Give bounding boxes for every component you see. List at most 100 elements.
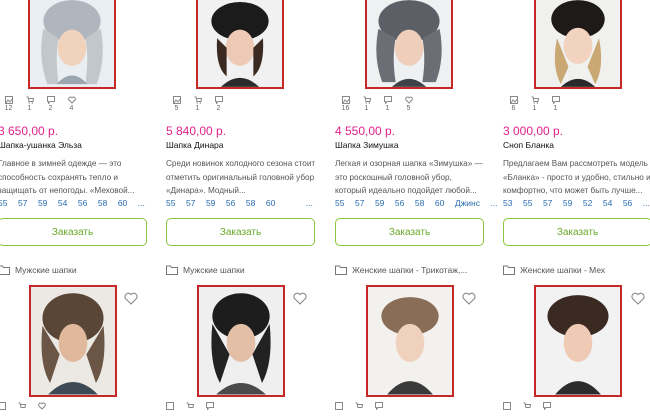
cart-count[interactable]: 1 — [524, 96, 545, 113]
comment-icon — [214, 96, 223, 104]
size-option[interactable]: 58 — [246, 198, 255, 208]
cart-icon — [26, 96, 34, 104]
product-title[interactable]: Сноп Бланка — [503, 140, 554, 150]
cart-icon — [18, 402, 26, 408]
size-option[interactable]: 57 — [355, 198, 364, 208]
comment-count[interactable]: 2 — [208, 96, 229, 113]
more-sizes[interactable]: ... — [138, 198, 145, 208]
product-description: Среди новинок холодного сезона стоит отм… — [166, 159, 316, 195]
size-option[interactable]: 58 — [415, 198, 424, 208]
order-button[interactable]: Заказать — [503, 218, 650, 246]
product-price: 3 650,00 р. — [0, 124, 59, 138]
product-description: Легкая и озорная шапка «Зимушка» — это р… — [335, 159, 483, 195]
size-option[interactable]: 57 — [186, 198, 195, 208]
comment-icon — [383, 96, 392, 104]
size-option[interactable]: 56 — [226, 198, 235, 208]
size-option[interactable]: 58 — [98, 198, 107, 208]
favorite-button[interactable] — [631, 292, 645, 310]
size-list: 55 57 59 56 58 60 ... — [166, 198, 323, 208]
folder-icon — [503, 265, 515, 275]
size-option[interactable]: 60 — [435, 198, 444, 208]
product-photo[interactable] — [29, 285, 117, 397]
order-button[interactable]: Заказать — [335, 218, 484, 246]
size-option[interactable]: 59 — [38, 198, 47, 208]
folder-icon — [0, 265, 10, 275]
photo-count[interactable]: 5 — [166, 96, 187, 113]
product-description: Предлагаем Вам рассмотреть модель «Бланк… — [503, 159, 650, 195]
product-photo[interactable] — [365, 0, 453, 89]
like-count[interactable]: 5 — [398, 96, 419, 113]
size-option[interactable]: 59 — [206, 198, 215, 208]
order-button[interactable]: Заказать — [0, 218, 147, 246]
size-option[interactable]: 54 — [603, 198, 612, 208]
photo-count[interactable]: 12 — [0, 96, 19, 113]
category-link[interactable]: Мужские шапки — [166, 265, 245, 275]
product-stats — [166, 402, 226, 410]
category-link[interactable]: Женские шапки - Трикотаж,... — [335, 265, 467, 275]
size-option[interactable]: 59 — [375, 198, 384, 208]
size-option[interactable]: 56 — [395, 198, 404, 208]
size-option[interactable]: 55 — [166, 198, 175, 208]
cart-count[interactable]: 1 — [356, 96, 377, 113]
product-photo[interactable] — [534, 285, 622, 397]
product-photo[interactable] — [28, 0, 116, 89]
product-stats — [503, 402, 563, 410]
size-option[interactable]: 55 — [523, 198, 532, 208]
more-sizes[interactable]: ... — [306, 198, 313, 208]
size-option[interactable]: 57 — [18, 198, 27, 208]
product-photo[interactable] — [366, 285, 454, 397]
comment-count[interactable]: 2 — [40, 96, 61, 113]
product-title[interactable]: Шапка Зимушка — [335, 140, 399, 150]
product-photo[interactable] — [197, 285, 285, 397]
product-title[interactable]: Шапка Динара — [166, 140, 224, 150]
heart-icon — [293, 292, 307, 305]
order-button[interactable]: Заказать — [166, 218, 315, 246]
cart-icon — [186, 402, 194, 408]
photo-icon — [172, 96, 181, 104]
size-option[interactable]: 60 — [118, 198, 127, 208]
cart-count[interactable]: 1 — [187, 96, 208, 113]
size-option[interactable]: 54 — [58, 198, 67, 208]
photo-icon — [0, 402, 6, 410]
size-option[interactable]: 60 — [266, 198, 275, 208]
photo-icon — [166, 402, 174, 410]
category-link[interactable]: Женские шапки - Мех — [503, 265, 605, 275]
size-option[interactable]: 57 — [543, 198, 552, 208]
size-option[interactable]: 55 — [335, 198, 344, 208]
product-title[interactable]: Шапка-ушанка Эльза — [0, 140, 82, 150]
size-option[interactable]: 59 — [563, 198, 572, 208]
size-option[interactable]: 55 — [0, 198, 7, 208]
like-count[interactable]: 4 — [61, 96, 82, 113]
category-link[interactable]: Мужские шапки — [0, 265, 77, 275]
product-price: 4 550,00 р. — [335, 124, 396, 138]
size-option[interactable]: 56 — [78, 198, 87, 208]
photo-icon — [509, 96, 518, 104]
size-option[interactable]: Джинс — [455, 198, 480, 208]
favorite-button[interactable] — [124, 292, 138, 310]
more-sizes[interactable]: ... — [490, 198, 497, 208]
heart-icon — [38, 402, 46, 410]
photo-icon — [503, 402, 511, 410]
product-stats: 5 1 2 — [166, 96, 229, 113]
size-option[interactable]: 52 — [583, 198, 592, 208]
product-photo[interactable] — [196, 0, 284, 89]
size-option[interactable]: 56 — [623, 198, 632, 208]
product-stats: 6 1 1 — [503, 96, 566, 113]
folder-icon — [335, 265, 347, 275]
product-stats: 16 1 1 5 — [335, 96, 419, 113]
favorite-button[interactable] — [462, 292, 476, 310]
product-description: Главное в зимней одежде — это способност… — [0, 159, 135, 195]
cart-icon — [523, 402, 531, 408]
comment-count[interactable]: 1 — [545, 96, 566, 113]
photo-icon — [335, 402, 343, 410]
comment-icon — [206, 402, 214, 410]
favorite-button[interactable] — [293, 292, 307, 310]
comment-count[interactable]: 1 — [377, 96, 398, 113]
product-photo[interactable] — [534, 0, 622, 89]
more-sizes[interactable]: ... — [643, 198, 650, 208]
photo-count[interactable]: 16 — [335, 96, 356, 113]
size-option[interactable]: 53 — [503, 198, 512, 208]
cart-count[interactable]: 1 — [19, 96, 40, 113]
photo-count[interactable]: 6 — [503, 96, 524, 113]
photo-icon — [4, 96, 13, 104]
